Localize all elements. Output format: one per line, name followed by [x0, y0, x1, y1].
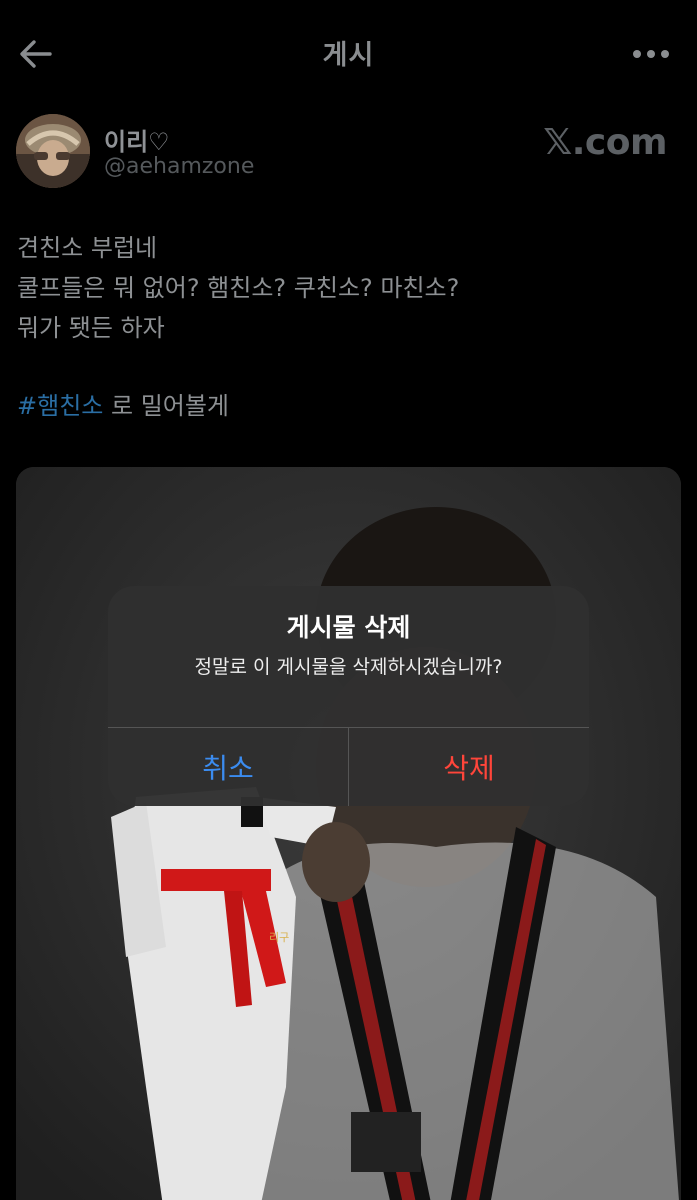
- delete-alert-dialog: 게시물 삭제 정말로 이 게시물을 삭제하시겠습니까? 취소 삭제: [108, 586, 589, 806]
- post-text-line: 쿨프들은 뭐 없어? 햄친소? 쿠친소? 마친소?: [17, 274, 460, 302]
- alert-title: 게시물 삭제: [286, 613, 411, 642]
- more-horizontal-icon: [633, 50, 669, 58]
- more-button[interactable]: [627, 34, 675, 74]
- taekwondo-photo: 리구: [16, 467, 681, 1200]
- source-logo: 𝕏.com: [543, 122, 667, 163]
- author-display-name[interactable]: 이리♡: [104, 122, 170, 157]
- cancel-button[interactable]: 취소: [108, 728, 348, 806]
- alert-message: 정말로 이 게시물을 삭제하시겠습니까?: [194, 656, 503, 678]
- post-image[interactable]: 리구: [16, 467, 681, 1200]
- hashtag-link[interactable]: #햄친소: [17, 392, 103, 420]
- avatar[interactable]: [16, 114, 90, 188]
- post-text-line: 뭐가 됏든 하자: [17, 314, 165, 342]
- post-text: 견친소 부럽네 쿨프들은 뭐 없어? 햄친소? 쿠친소? 마친소? 뭐가 됏든 …: [17, 228, 677, 348]
- post-text-line: 견친소 부럽네: [17, 234, 158, 262]
- belt-text: 리구: [269, 931, 289, 944]
- page-title: 게시: [322, 40, 375, 71]
- post-detail-screen: 게시 이리♡ @aehamzone 𝕏.com 견친소 부럽네 쿨프들은 뭐 없…: [0, 0, 697, 1200]
- top-bar: 게시: [0, 0, 697, 108]
- delete-button[interactable]: 삭제: [349, 728, 589, 806]
- author-handle[interactable]: @aehamzone: [104, 154, 254, 179]
- hashtag-suffix: 로 밀어볼게: [103, 392, 230, 420]
- hashtag-line: #햄친소 로 밀어볼게: [17, 386, 229, 426]
- avatar-image: [16, 114, 90, 188]
